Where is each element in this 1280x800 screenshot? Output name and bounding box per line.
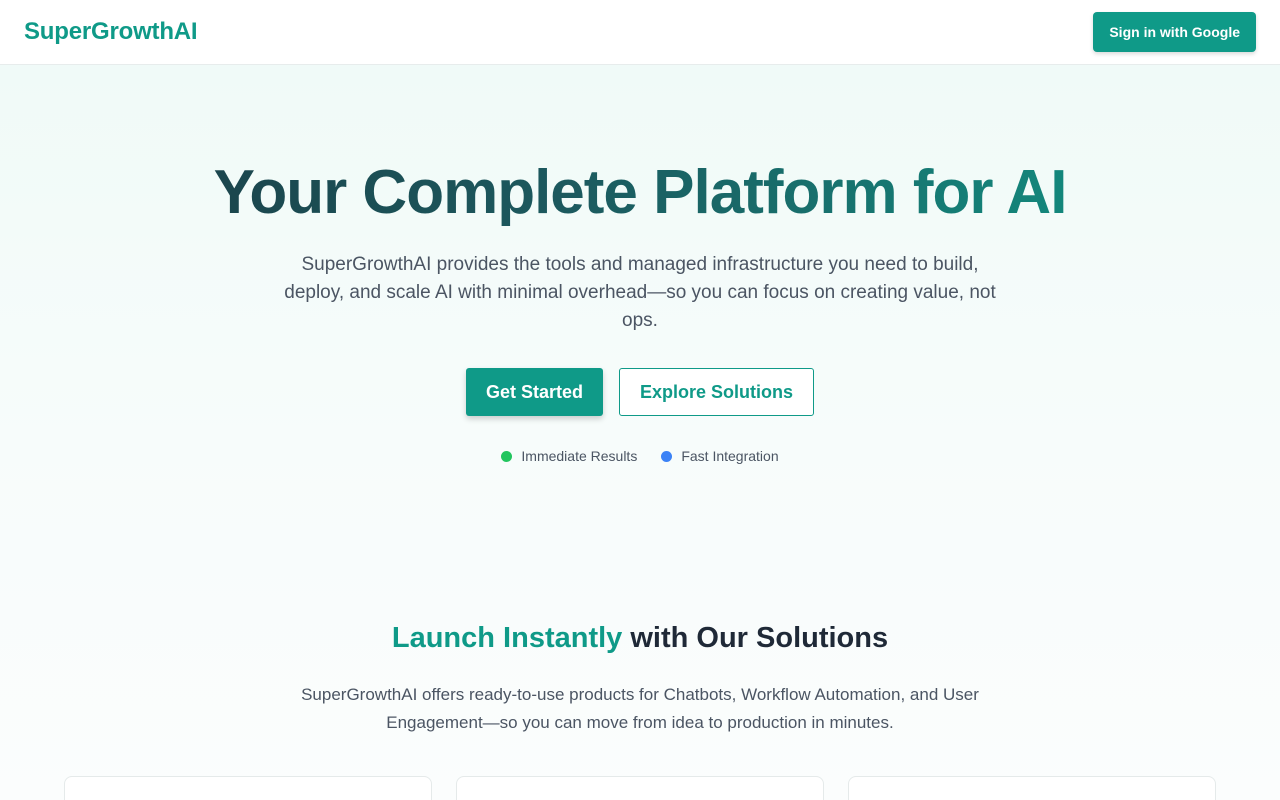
- solutions-title-accent: Launch Instantly: [391, 622, 623, 654]
- explore-solutions-button[interactable]: Explore Solutions: [619, 368, 815, 416]
- get-started-button[interactable]: Get Started: [465, 368, 603, 416]
- badge-fast-integration: Fast Integration: [661, 448, 779, 464]
- hero-subtitle: SuperGrowthAI provides the tools and man…: [284, 254, 996, 331]
- solutions-title-rest: with Our Solutions: [622, 622, 889, 654]
- logo[interactable]: SuperGrowthAI: [24, 18, 198, 46]
- badge-immediate-results: Immediate Results: [501, 448, 637, 464]
- solution-card[interactable]: [456, 776, 824, 800]
- solutions-subtitle: SuperGrowthAI offers ready-to-use produc…: [301, 685, 979, 732]
- solution-card[interactable]: [848, 776, 1216, 800]
- badge-label: Fast Integration: [681, 448, 779, 464]
- solutions-title: Launch Instantly with Our Solutions: [0, 618, 1280, 658]
- badge-label: Immediate Results: [521, 448, 638, 464]
- hero-buttons: Get Started Explore Solutions: [0, 368, 1280, 416]
- solution-cards: [64, 776, 1216, 800]
- feature-badges: Immediate Results Fast Integration: [0, 448, 1280, 464]
- top-header: SuperGrowthAI Sign in with Google: [0, 0, 1280, 65]
- solution-card[interactable]: [64, 776, 432, 800]
- solutions-section: Launch Instantly with Our Solutions Supe…: [0, 618, 1280, 737]
- blue-dot-icon: [661, 450, 673, 462]
- green-dot-icon: [501, 450, 513, 462]
- hero-section: Your Complete Platform for AI SuperGrowt…: [0, 65, 1280, 464]
- hero-title: Your Complete Platform for AI: [0, 158, 1280, 228]
- sign-in-google-button[interactable]: Sign in with Google: [1093, 12, 1256, 52]
